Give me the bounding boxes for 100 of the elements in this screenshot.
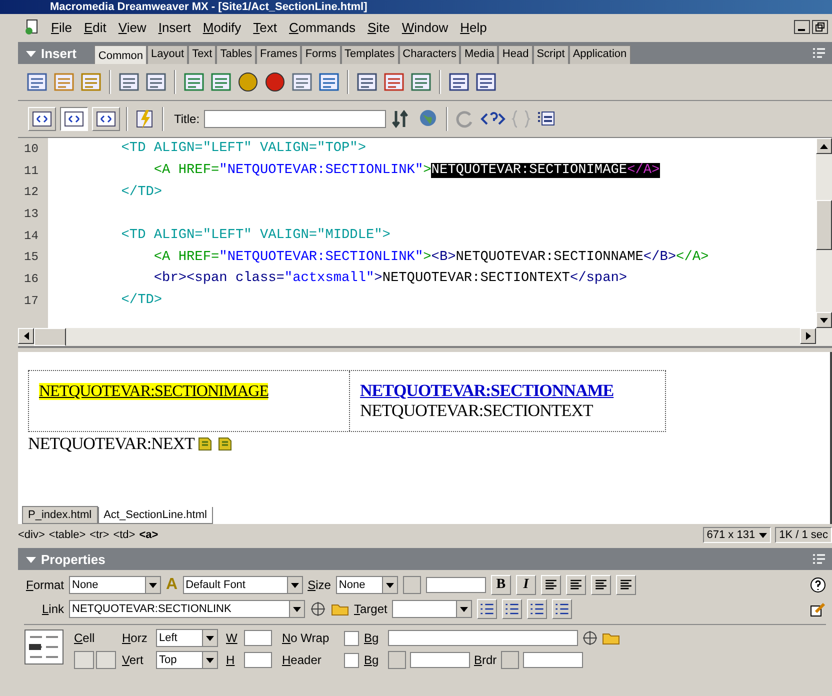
width-field[interactable] xyxy=(244,630,272,646)
panel-tab[interactable]: Common xyxy=(94,45,148,64)
help-icon[interactable] xyxy=(810,577,826,593)
restore-button[interactable] xyxy=(812,20,828,34)
title-field[interactable] xyxy=(204,110,386,128)
panel-tab[interactable]: Application xyxy=(568,45,631,64)
italic-button[interactable]: I xyxy=(516,575,536,595)
menu-item[interactable]: Text xyxy=(248,20,282,34)
panel-tab[interactable]: Frames xyxy=(256,45,302,64)
section-text: NETQUOTEVAR:SECTIONTEXT xyxy=(360,401,594,421)
vert-dropdown[interactable]: Top xyxy=(156,651,218,669)
line-number: 15 xyxy=(23,250,40,264)
options-menu-icon[interactable] xyxy=(812,553,826,565)
minimize-button[interactable] xyxy=(794,20,810,34)
panel-tab[interactable]: Text xyxy=(188,45,216,64)
line-number: 11 xyxy=(23,164,40,178)
color-picker[interactable] xyxy=(388,651,406,669)
section-name-link[interactable]: NETQUOTEVAR:SECTIONNAME xyxy=(360,381,614,401)
panel-tab[interactable]: Layout xyxy=(147,45,188,64)
target-icon[interactable] xyxy=(310,601,326,617)
color-field[interactable] xyxy=(426,577,486,593)
indent-icon[interactable] xyxy=(552,599,572,619)
menu-item[interactable]: Commands xyxy=(284,20,360,34)
panel-tab[interactable]: Tables xyxy=(216,45,256,64)
horz-label: Horz xyxy=(122,631,148,645)
document-tab[interactable]: Act_SectionLine.html xyxy=(98,507,213,524)
menu-item[interactable]: Site xyxy=(362,20,395,34)
align-center-icon[interactable] xyxy=(566,575,586,595)
target-icon[interactable] xyxy=(582,630,598,646)
panel-title[interactable]: Insert xyxy=(26,46,76,60)
folder-icon[interactable] xyxy=(602,631,620,645)
height-field[interactable] xyxy=(244,652,272,668)
pencil-icon[interactable] xyxy=(810,601,826,617)
justify-icon[interactable] xyxy=(616,575,636,595)
menu-item[interactable]: File xyxy=(46,20,77,34)
document-icon xyxy=(24,19,40,35)
tag-selector[interactable]: <div> xyxy=(18,529,45,541)
format-dropdown[interactable]: None xyxy=(69,576,161,594)
border-label: Brdr xyxy=(474,653,497,667)
code-line: <A HREF="NETQUOTEVAR:SECTIONLINK">NETQUOTEVAR:SECTIONIMAGE</A> xyxy=(152,163,660,178)
align-left-icon[interactable] xyxy=(540,575,561,595)
tag-selector[interactable]: <table> xyxy=(48,529,86,541)
panel-title[interactable]: Properties xyxy=(26,552,106,566)
merge-cells-button[interactable] xyxy=(74,651,94,669)
menu-item[interactable]: Help xyxy=(455,20,492,34)
tag-selector[interactable]: <tr> xyxy=(90,529,110,541)
panel-tab[interactable]: Templates xyxy=(340,45,399,64)
target-dropdown[interactable] xyxy=(392,600,472,618)
background-url-field[interactable] xyxy=(388,630,578,646)
color-picker[interactable] xyxy=(500,651,519,669)
panel-tab[interactable]: Media xyxy=(460,45,498,64)
window-title: Macromedia Dreamweaver MX - [Site1/Act_SectionLine.html] xyxy=(50,1,368,14)
color-field[interactable] xyxy=(522,652,583,668)
format-label: Format xyxy=(24,578,64,592)
split-view-button[interactable] xyxy=(60,107,88,131)
menu-item[interactable]: Insert xyxy=(153,20,196,34)
bulleted-list-icon[interactable] xyxy=(477,599,498,619)
line-number: 10 xyxy=(23,142,40,156)
split-cell-button[interactable] xyxy=(96,651,116,669)
code-line: </TD> xyxy=(120,293,162,308)
code-line: <TD ALIGN="LEFT" VALIGN="TOP"> xyxy=(120,141,366,156)
menu-item[interactable]: View xyxy=(113,20,152,34)
code-view-button[interactable] xyxy=(28,107,56,131)
options-menu-icon[interactable] xyxy=(812,47,826,59)
code-line: </TD> xyxy=(120,184,162,200)
menu-item[interactable]: Edit xyxy=(78,20,112,34)
folder-icon[interactable] xyxy=(331,602,349,616)
no-wrap-checkbox[interactable] xyxy=(344,630,359,646)
link-field[interactable]: NETQUOTEVAR:SECTIONLINK xyxy=(69,600,305,618)
target-label: Target xyxy=(354,602,388,616)
align-right-icon[interactable] xyxy=(590,575,611,595)
tag-selector[interactable]: <td> xyxy=(113,529,136,541)
document-tab[interactable]: P_index.html xyxy=(22,506,98,524)
header-checkbox[interactable] xyxy=(344,652,359,668)
numbered-list-icon[interactable] xyxy=(502,599,522,619)
round-emblem-icon[interactable] xyxy=(237,71,259,93)
size-dropdown[interactable]: None xyxy=(336,576,398,594)
size-label: Size xyxy=(308,578,331,592)
tag-selector[interactable]: <a> xyxy=(139,529,158,541)
vertical-scrollbar[interactable] xyxy=(816,138,832,328)
font-dropdown[interactable]: Default Font xyxy=(182,576,303,594)
design-view-button[interactable] xyxy=(92,107,120,131)
outdent-icon[interactable] xyxy=(527,599,548,619)
color-picker[interactable] xyxy=(402,576,421,594)
code-line: <TD ALIGN="LEFT" VALIGN="MIDDLE"> xyxy=(120,228,390,244)
script-marker-icon xyxy=(196,435,214,453)
bg-label: Bg xyxy=(364,653,380,667)
panel-tab[interactable]: Forms xyxy=(301,45,340,64)
panel-tab[interactable]: Head xyxy=(498,45,533,64)
bold-button[interactable]: B xyxy=(490,575,511,595)
panel-tab[interactable]: Script xyxy=(532,45,569,64)
panel-tab[interactable]: Characters xyxy=(398,45,460,64)
menu-item[interactable]: Modify xyxy=(198,20,246,34)
next-text: NETQUOTEVAR:NEXT xyxy=(28,434,194,454)
window-size-menu[interactable]: 671 x 131 xyxy=(702,527,772,543)
color-field[interactable] xyxy=(410,652,470,668)
menu-item[interactable]: Window xyxy=(396,20,454,34)
horz-dropdown[interactable]: Left xyxy=(156,629,218,647)
horizontal-scrollbar[interactable] xyxy=(18,328,832,348)
vert-label: Vert xyxy=(122,653,144,667)
